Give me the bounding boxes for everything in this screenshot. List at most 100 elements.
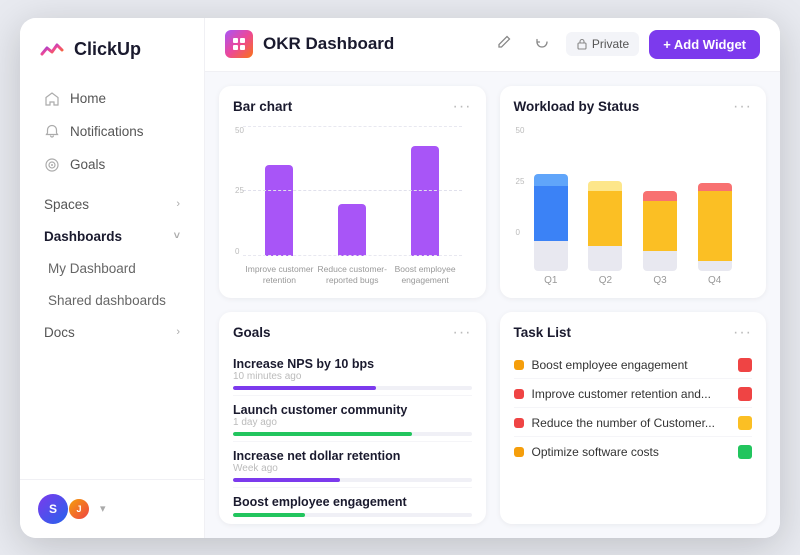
bar-group-3 [389,146,462,256]
task-dot-4 [514,447,524,457]
sidebar-item-dashboards[interactable]: Dashboards ˅ [26,221,198,252]
q2-seg-bottom [588,246,622,271]
sidebar-item-notifications[interactable]: Notifications [26,116,198,148]
goal-time-3: Week ago [233,463,472,474]
task-name-3: Reduce the number of Customer... [532,416,731,430]
task-name-1: Boost employee engagement [532,358,731,372]
goal-item-4: Boost employee engagement [233,490,472,522]
my-dashboard-label: My Dashboard [48,261,136,276]
q1-seg-mid [534,186,568,241]
q3-seg-mid [643,201,677,251]
x-label-q4: Q4 [687,271,742,286]
task-item-2[interactable]: Improve customer retention and... [514,381,753,408]
workload-menu[interactable]: ··· [733,98,752,116]
notifications-label: Notifications [70,124,144,139]
dashboards-chevron: ˅ [174,230,180,242]
q1-seg-top [534,174,568,186]
clickup-logo-icon [38,36,66,64]
y-axis-labels: 50 25 0 [235,126,244,256]
x-label-q1: Q1 [524,271,579,286]
avatar-secondary: J [68,498,90,520]
bar-chart-title: Bar chart [233,99,292,114]
refresh-icon [534,34,550,50]
spaces-label: Spaces [44,197,89,212]
goal-item-3: Increase net dollar retention Week ago [233,444,472,488]
home-label: Home [70,91,106,106]
sidebar-item-docs[interactable]: Docs › [26,317,198,348]
edit-button[interactable] [490,30,518,59]
task-list-widget: Task List ··· Boost employee engagement … [500,312,767,524]
topbar-actions: Private + Add Widget [490,30,760,59]
sidebar: ClickUp Home Notifications [20,18,205,538]
q3-seg-top [643,191,677,201]
task-item-3[interactable]: Reduce the number of Customer... [514,410,753,437]
workload-body: 50 25 0 [500,122,767,298]
bar-label-1: Improve customerretention [243,264,316,286]
stacked-group-q3 [633,191,688,271]
bar-group-1 [243,165,316,256]
stacked-chart [514,126,753,271]
shared-dashboards-label: Shared dashboards [48,293,166,308]
logo-area[interactable]: ClickUp [20,18,204,78]
main-content: OKR Dashboard [205,18,780,538]
x-label-q2: Q2 [578,271,633,286]
stacked-group-q2 [578,181,633,271]
sidebar-item-shared-dashboards[interactable]: Shared dashboards [26,285,198,316]
q2-seg-mid [588,191,622,246]
goal-fill-3 [233,478,340,482]
task-item-4[interactable]: Optimize software costs [514,439,753,465]
spaces-chevron: › [176,198,180,210]
bar-3 [411,146,439,256]
bar-chart-body: 50 25 0 [219,122,486,298]
bar-label-3: Boost employeeengagement [389,264,462,286]
task-item-1[interactable]: Boost employee engagement [514,352,753,379]
refresh-button[interactable] [528,30,556,59]
private-badge[interactable]: Private [566,32,639,56]
goal-fill-4 [233,513,305,517]
stacked-group-q1 [524,174,579,271]
q4-seg-bottom [698,261,732,271]
goals-menu[interactable]: ··· [453,324,472,342]
sidebar-item-goals[interactable]: Goals [26,149,198,181]
avatar-primary: S [38,494,68,524]
goal-item-1: Increase NPS by 10 bps 10 minutes ago [233,352,472,396]
task-name-4: Optimize software costs [532,445,731,459]
task-flag-2 [738,387,752,401]
goal-fill-2 [233,432,412,436]
goal-fill-1 [233,386,376,390]
sidebar-item-home[interactable]: Home [26,83,198,115]
sidebar-item-spaces[interactable]: Spaces › [26,189,198,220]
goal-time-2: 1 day ago [233,417,472,428]
stacked-chart-wrapper: 50 25 0 [514,126,753,286]
pencil-icon [496,34,512,50]
goals-body: Increase NPS by 10 bps 10 minutes ago La… [219,348,486,524]
bar-chart-widget: Bar chart ··· 50 [219,86,486,298]
bar-chart-menu[interactable]: ··· [453,98,472,116]
page-title: OKR Dashboard [263,34,480,54]
workload-header: Workload by Status ··· [500,86,767,122]
logo-label: ClickUp [74,39,141,60]
q4-seg-mid [698,191,732,261]
task-dot-3 [514,418,524,428]
docs-label: Docs [44,325,75,340]
x-label-q3: Q3 [633,271,688,286]
sidebar-footer[interactable]: S J ▾ [20,479,204,538]
task-list-menu[interactable]: ··· [733,324,752,342]
grid-icon [231,36,247,52]
goal-name-4: Boost employee engagement [233,495,472,509]
task-list-body: Boost employee engagement Improve custom… [500,348,767,524]
task-name-2: Improve customer retention and... [532,387,731,401]
docs-chevron: › [176,326,180,338]
goal-name-2: Launch customer community [233,403,472,417]
bar-label-2: Reduce customer-reported bugs [316,264,389,286]
sidebar-navigation: Home Notifications Goals Spaces [20,78,204,479]
task-flag-4 [738,445,752,459]
add-widget-button[interactable]: + Add Widget [649,30,760,59]
bell-icon [44,124,60,140]
private-label: Private [592,37,629,51]
bar-chart-content: 50 25 0 [233,126,472,256]
dashboard-grid: Bar chart ··· 50 [205,72,780,538]
task-list-header: Task List ··· [500,312,767,348]
sidebar-item-my-dashboard[interactable]: My Dashboard [26,253,198,284]
grid-line-top [243,126,462,127]
